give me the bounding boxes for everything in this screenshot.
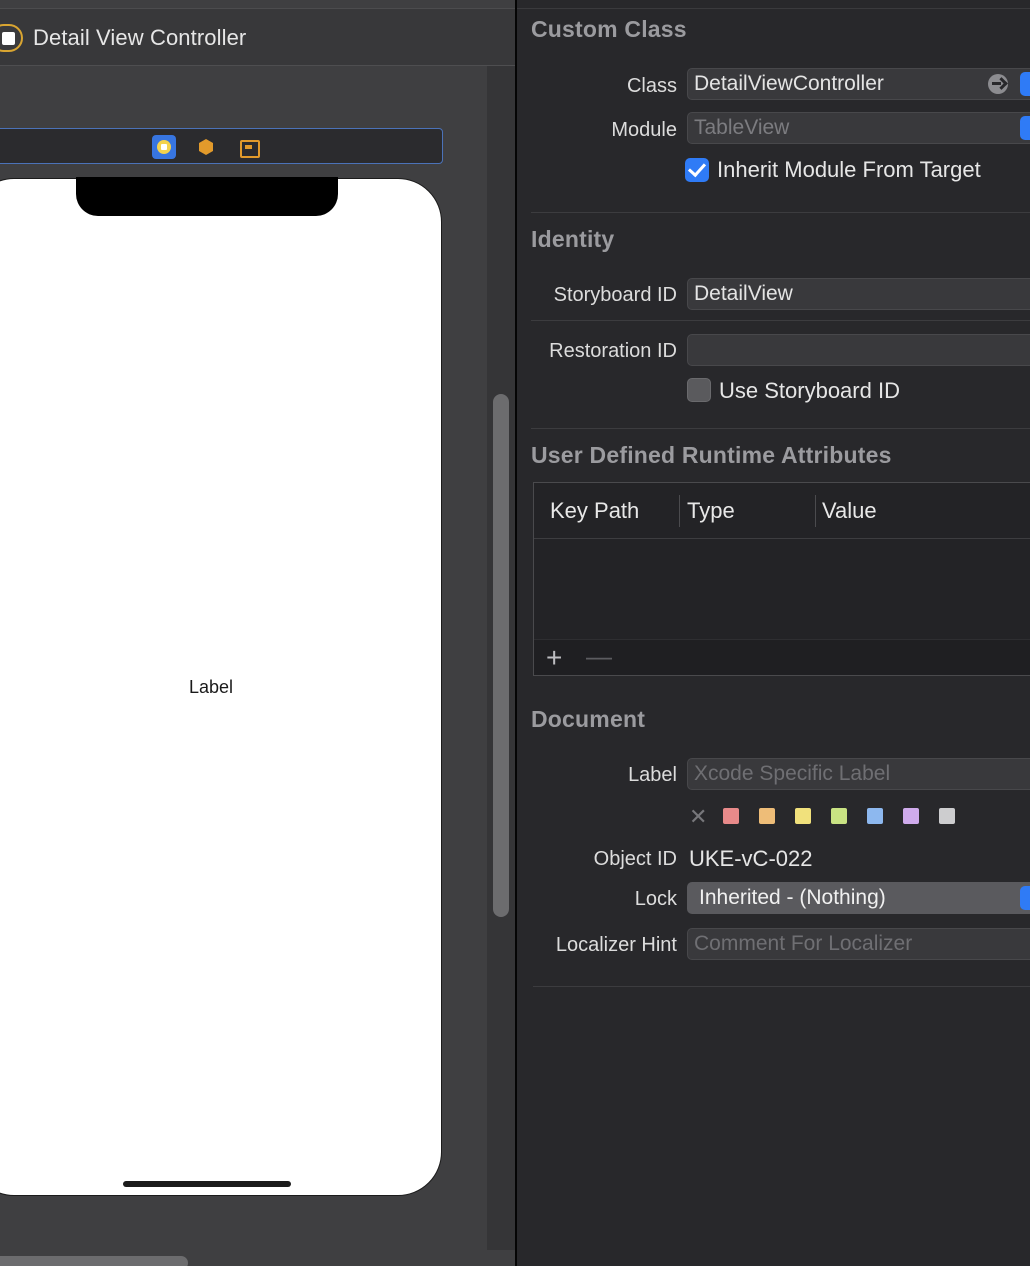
lock-popup-button[interactable]: Inherited - (Nothing) [687,882,1030,914]
view-controller-icon[interactable] [152,135,176,159]
restoration-id-label: Restoration ID [549,340,677,362]
class-value: DetailViewController [694,72,884,95]
storyboard-id-label: Storyboard ID [553,284,677,306]
separator [531,212,1030,213]
object-id-value: UKE-vC-022 [689,846,813,871]
table-footer: + — [534,639,1030,675]
inherit-module-checkbox[interactable] [685,158,709,182]
class-combo-button[interactable] [1020,72,1030,96]
module-combo-button[interactable] [1020,116,1030,140]
document-label-field[interactable]: Xcode Specific Label [687,758,1030,790]
first-responder-icon[interactable] [194,135,218,159]
section-title-document[interactable]: Document [531,706,645,733]
scene-header[interactable]: Detail View Controller [0,8,516,66]
storyboard-id-field[interactable]: DetailView [687,278,1030,310]
lock-value: Inherited - (Nothing) [699,886,886,909]
module-label: Module [611,119,677,141]
localizer-hint-placeholder: Comment For Localizer [694,932,913,955]
arrow-circle-right-icon[interactable] [988,74,1008,94]
module-field[interactable]: TableView [687,112,1030,144]
lock-label: Lock [634,888,677,910]
column-divider[interactable] [815,495,816,527]
document-label-label: Label [628,764,677,786]
localizer-hint-label: Localizer Hint [555,934,677,956]
inspector-top-border [517,8,1030,9]
column-header-type[interactable]: Type [687,498,735,524]
use-storyboard-id-label[interactable]: Use Storyboard ID [719,378,900,404]
scene-title: Detail View Controller [33,25,247,50]
label-color-swatch[interactable] [723,808,739,824]
device-label[interactable]: Label [0,677,441,698]
label-color-swatch[interactable] [831,808,847,824]
class-field[interactable]: DetailViewController [687,68,1030,100]
module-placeholder: TableView [694,116,790,139]
lock-popup-arrows[interactable] [1020,886,1030,910]
runtime-attributes-table[interactable]: Key Path Type Value + — [533,482,1030,676]
section-title-runtime-attributes[interactable]: User Defined Runtime Attributes [531,442,892,469]
label-color-swatch[interactable] [795,808,811,824]
column-divider[interactable] [679,495,680,527]
identity-inspector: Custom Class Class DetailViewController … [517,0,1030,1266]
localizer-hint-field[interactable]: Comment For Localizer [687,928,1030,960]
table-header: Key Path Type Value [534,483,1030,539]
separator [531,320,1030,321]
view-controller-icon [0,24,23,52]
separator [533,986,1030,987]
add-attribute-button[interactable]: + [546,644,562,672]
document-label-placeholder: Xcode Specific Label [694,762,891,785]
remove-attribute-button[interactable]: — [586,643,612,669]
horizontal-scrollbar-thumb[interactable] [0,1256,188,1266]
label-color-swatch[interactable] [939,808,955,824]
restoration-id-field[interactable] [687,334,1030,366]
column-header-value[interactable]: Value [822,498,877,524]
storyboard-id-value: DetailView [694,282,793,305]
label-color-swatch[interactable] [903,808,919,824]
vertical-scrollbar-thumb[interactable] [493,394,509,917]
use-storyboard-id-checkbox[interactable] [687,378,711,402]
section-title-custom-class[interactable]: Custom Class [531,16,687,43]
separator [531,428,1030,429]
view-controller-dock[interactable] [0,128,443,164]
inherit-module-label[interactable]: Inherit Module From Target [717,157,981,183]
device-notch [76,177,338,216]
storyboard-canvas[interactable]: Detail View Controller Label [0,0,516,1266]
section-title-identity[interactable]: Identity [531,226,614,253]
class-label: Class [626,75,677,97]
exit-icon[interactable] [236,135,260,159]
label-color-swatch[interactable] [759,808,775,824]
home-indicator [123,1181,291,1187]
column-header-key-path[interactable]: Key Path [550,498,639,524]
device-frame[interactable]: Label [0,177,442,1196]
clear-label-color-button[interactable]: ✕ [689,806,707,828]
label-color-swatch[interactable] [867,808,883,824]
object-id-label: Object ID [593,848,677,870]
